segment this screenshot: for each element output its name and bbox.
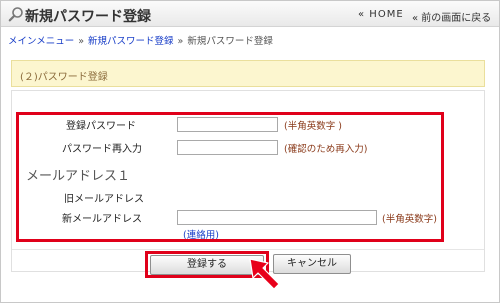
back-link[interactable]: « 前の画面に戻る — [412, 9, 491, 24]
page-header: 新規パスワード登録 « HOME « 前の画面に戻る — [1, 1, 499, 27]
register-button[interactable]: 登録する — [150, 255, 264, 275]
magnifier-icon — [8, 7, 23, 22]
breadcrumb-main-menu[interactable]: メインメニュー — [8, 36, 74, 47]
form-highlight-box — [16, 112, 444, 242]
breadcrumb: メインメニュー» 新規パスワード登録» 新規パスワード登録 — [8, 33, 273, 47]
home-link[interactable]: « HOME — [358, 9, 404, 20]
cancel-button[interactable]: キャンセル — [273, 254, 351, 274]
breadcrumb-separator: » — [177, 36, 184, 47]
divider — [12, 249, 484, 250]
section-title: (２)パスワード登録 — [20, 72, 108, 83]
page-title: 新規パスワード登録 — [25, 9, 151, 25]
breadcrumb-new-password[interactable]: 新規パスワード登録 — [88, 36, 174, 47]
breadcrumb-separator: » — [78, 36, 85, 47]
breadcrumb-current: 新規パスワード登録 — [187, 36, 273, 47]
section-header: (２)パスワード登録 — [11, 60, 485, 87]
pointer-arrow-icon — [249, 258, 280, 290]
